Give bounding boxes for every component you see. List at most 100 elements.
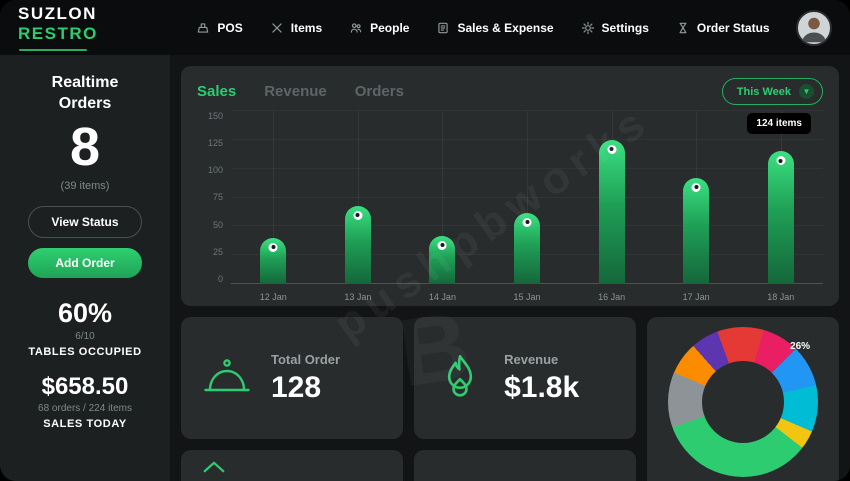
bar-column-13-jan <box>316 111 401 284</box>
realtime-order-count: 8 <box>69 116 101 177</box>
sales-today-label: SALES TODAY <box>43 418 127 431</box>
tab-sales[interactable]: Sales <box>197 83 236 100</box>
occupancy-label: TABLES OCCUPIED <box>28 346 142 359</box>
nav-item-settings[interactable]: Settings <box>581 21 649 35</box>
nav-item-order-status[interactable]: Order Status <box>676 21 770 35</box>
bar-marker <box>522 217 532 227</box>
nav-item-label: People <box>370 20 410 35</box>
revenue-title: Revenue <box>504 351 559 367</box>
y-axis: 150 125 100 75 50 25 0 <box>197 111 223 302</box>
bar-column-16-jan <box>569 111 654 284</box>
nav-item-label: Sales & Expense <box>457 20 554 35</box>
x-tick-label: 14 Jan <box>428 292 456 302</box>
tab-revenue[interactable]: Revenue <box>264 83 327 100</box>
donut-card: 26% <box>647 317 839 481</box>
realtime-orders-title: Realtime Orders <box>51 74 119 112</box>
flame-icon <box>434 352 486 404</box>
nav-item-label: POS <box>217 20 243 35</box>
chart-header: Sales Revenue Orders This Week ▼ <box>197 78 823 105</box>
main-nav: POS Items People Sales & Expense Setting… <box>186 21 780 35</box>
add-order-button[interactable]: Add Order <box>28 248 142 279</box>
x-tick-label: 15 Jan <box>513 292 541 302</box>
body-row: Realtime Orders 8 (39 items) View Status… <box>0 55 850 481</box>
x-tick-label: 13 Jan <box>344 292 372 302</box>
revenue-value: $1.8k <box>504 370 580 404</box>
occupancy-percent: 60% <box>57 298 113 329</box>
bar-18-jan[interactable] <box>767 151 794 284</box>
sidebar: Realtime Orders 8 (39 items) View Status… <box>0 55 170 481</box>
revenue-card: Revenue $1.8k <box>414 317 637 439</box>
chart-tabs: Sales Revenue Orders <box>197 83 404 100</box>
donut-percentage-label: 26% <box>790 341 811 352</box>
bar-14-jan[interactable] <box>429 235 456 284</box>
sales-today-amount: $658.50 <box>41 373 129 401</box>
pos-icon <box>196 21 210 35</box>
items-icon <box>270 21 284 35</box>
donut-chart[interactable]: 26% <box>668 327 819 477</box>
bar-column-14-jan <box>400 111 485 284</box>
bar-column-17-jan <box>654 111 739 284</box>
user-avatar[interactable] <box>796 9 832 46</box>
bar-15-jan[interactable] <box>514 212 541 284</box>
top-navbar: SUZLON RESTRO POS Items People Sales & E… <box>0 0 850 55</box>
order-status-icon <box>676 21 690 35</box>
period-selector[interactable]: This Week ▼ <box>721 78 823 105</box>
bar-marker <box>607 144 617 154</box>
view-status-button[interactable]: View Status <box>28 206 142 239</box>
total-order-value: 128 <box>271 370 322 404</box>
total-order-title: Total Order <box>271 351 341 367</box>
brand-underline <box>19 49 87 51</box>
nav-item-sales-expense[interactable]: Sales & Expense <box>436 20 554 35</box>
sales-today-note: 68 orders / 224 items <box>38 403 132 415</box>
brand-logo: SUZLON RESTRO <box>18 4 170 51</box>
nav-item-pos[interactable]: POS <box>196 20 243 35</box>
bar-column-12-jan <box>231 111 316 284</box>
total-order-text: Total Order 128 <box>271 352 340 405</box>
period-label: This Week <box>736 85 791 98</box>
brand-part-2: RESTRO <box>18 24 98 43</box>
occupancy-ratio: 6/10 <box>75 331 95 343</box>
bar-marker <box>776 156 786 166</box>
plot-wrap: 124 items 12 Jan 13 Jan 14 Jan 15 Jan 16 Jan… <box>231 110 823 302</box>
bar-16-jan[interactable] <box>598 139 625 284</box>
nav-item-label: Items <box>290 20 323 35</box>
partial-card-icon <box>201 460 227 478</box>
chart-body: 150 125 100 75 50 25 0 124 items 12 Jan 13 Jan 1… <box>197 110 823 302</box>
x-tick-label: 18 Jan <box>767 292 795 302</box>
y-tick-label: 50 <box>212 219 223 230</box>
brand-part-1: SUZLON <box>18 4 97 23</box>
x-tick-label: 16 Jan <box>598 292 626 302</box>
main-content: pushpbworks B Sales Revenue Orders This … <box>170 55 850 481</box>
nav-item-label: Settings <box>601 20 649 35</box>
tab-orders[interactable]: Orders <box>355 83 404 100</box>
settings-icon <box>581 21 595 35</box>
chart-tooltip: 124 items <box>747 113 811 134</box>
y-tick-label: 25 <box>212 246 223 257</box>
nav-item-items[interactable]: Items <box>270 21 322 35</box>
sales-chart-card: Sales Revenue Orders This Week ▼ 150 125 1… <box>181 66 839 306</box>
x-tick-label: 17 Jan <box>682 292 710 302</box>
y-tick-label: 125 <box>207 138 223 149</box>
bar-marker <box>353 210 363 220</box>
y-tick-label: 0 <box>217 273 223 284</box>
app-window: SUZLON RESTRO POS Items People Sales & E… <box>0 0 850 481</box>
donut-hole <box>702 361 785 443</box>
sales-expense-icon <box>436 21 450 35</box>
bar-chart-plot: 124 items <box>231 110 823 284</box>
bar-17-jan[interactable] <box>683 177 710 284</box>
chevron-down-icon: ▼ <box>799 84 814 99</box>
cloche-icon <box>201 352 253 404</box>
bar-12-jan[interactable] <box>260 237 287 284</box>
revenue-text: Revenue $1.8k <box>504 352 579 405</box>
partial-card-1[interactable] <box>181 450 404 481</box>
bar-column-18-jan <box>738 111 823 284</box>
nav-item-label: Order Status <box>696 20 770 35</box>
x-axis: 12 Jan 13 Jan 14 Jan 15 Jan 16 Jan 17 Jan 18 J… <box>231 284 823 302</box>
nav-item-people[interactable]: People <box>349 21 409 35</box>
partial-card-2[interactable] <box>414 450 637 481</box>
bottom-cards: Total Order 128 Revenue $1.8k 26% <box>181 317 839 481</box>
y-tick-label: 75 <box>212 192 223 203</box>
bar-13-jan[interactable] <box>344 205 371 284</box>
bar-marker <box>437 240 447 250</box>
y-tick-label: 150 <box>207 111 223 121</box>
